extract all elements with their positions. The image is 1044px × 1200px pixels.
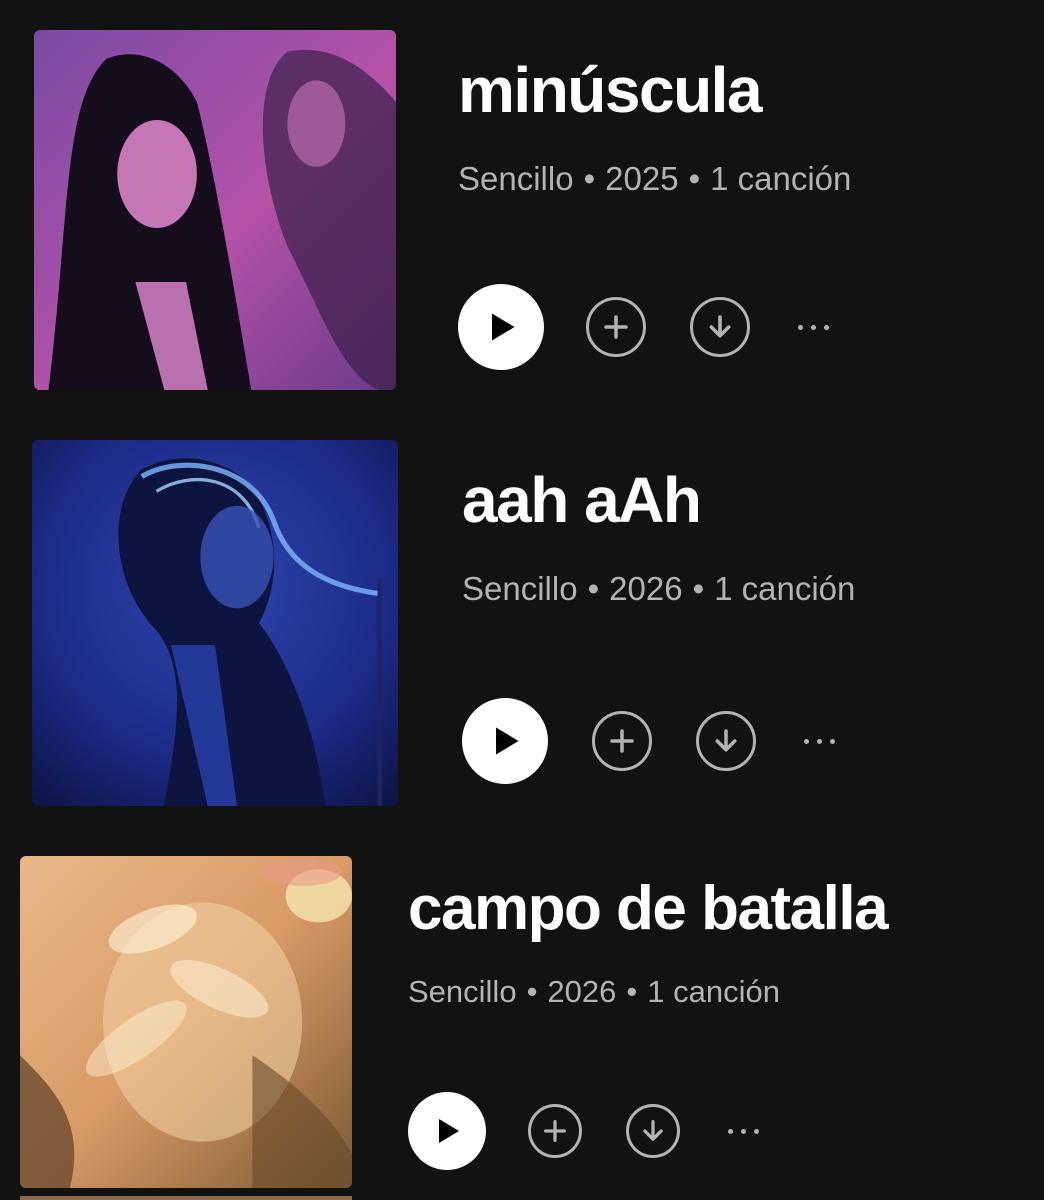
more-dot <box>824 324 829 330</box>
separator-dot: • <box>688 160 701 197</box>
release-item: aah aAh Sencillo • 2026 • 1 canción <box>32 440 1032 810</box>
more-options-button[interactable] <box>724 1111 763 1151</box>
download-button[interactable] <box>696 711 756 771</box>
play-button[interactable] <box>408 1092 486 1170</box>
release-meta: Sencillo • 2026 • 1 canción <box>462 572 855 605</box>
download-icon <box>643 1120 663 1141</box>
download-icon <box>715 729 737 752</box>
release-title[interactable]: campo de batalla <box>408 878 889 940</box>
more-options-button[interactable] <box>800 721 839 761</box>
album-cover[interactable] <box>20 856 352 1188</box>
release-meta: Sencillo • 2026 • 1 canción <box>408 976 780 1007</box>
album-cover[interactable] <box>34 30 396 390</box>
separator-dot: • <box>583 160 596 197</box>
release-year: 2026 <box>547 974 617 1009</box>
release-track-count: 1 canción <box>647 974 780 1009</box>
play-icon <box>496 727 519 755</box>
more-dot <box>741 1128 746 1134</box>
play-icon <box>492 313 515 341</box>
more-dot <box>811 324 816 330</box>
separator-dot: • <box>587 570 600 607</box>
release-actions <box>408 1092 763 1170</box>
release-type: Sencillo <box>462 570 578 607</box>
release-meta: Sencillo • 2025 • 1 canción <box>458 162 851 195</box>
album-cover[interactable] <box>32 440 398 806</box>
release-track-count: 1 canción <box>710 160 852 197</box>
download-button[interactable] <box>690 297 750 357</box>
plus-circle-icon <box>610 729 634 753</box>
more-dot <box>817 738 822 744</box>
play-icon <box>439 1119 459 1143</box>
plus-circle-icon <box>604 315 628 339</box>
release-type: Sencillo <box>458 160 574 197</box>
more-horizontal-icon <box>728 1128 733 1134</box>
release-type: Sencillo <box>408 974 517 1009</box>
download-button[interactable] <box>626 1104 680 1158</box>
release-actions <box>458 284 833 370</box>
separator-dot: • <box>692 570 705 607</box>
next-release-cover-edge <box>20 1196 352 1200</box>
add-to-library-button[interactable] <box>592 711 652 771</box>
separator-dot: • <box>626 974 638 1009</box>
release-track-count: 1 canción <box>714 570 856 607</box>
release-item: campo de batalla Sencillo • 2026 • 1 canción <box>20 856 1040 1200</box>
release-year: 2025 <box>605 160 679 197</box>
more-horizontal-icon <box>804 738 809 744</box>
more-options-button[interactable] <box>794 307 833 347</box>
release-title[interactable]: aah aAh <box>462 468 702 532</box>
separator-dot: • <box>526 974 538 1009</box>
release-title[interactable]: minúscula <box>458 58 763 122</box>
add-to-library-button[interactable] <box>528 1104 582 1158</box>
play-button[interactable] <box>462 698 548 784</box>
plus-circle-icon <box>544 1120 566 1142</box>
release-item: minúscula Sencillo • 2025 • 1 canción <box>34 30 1034 400</box>
release-actions <box>462 698 839 784</box>
more-dot <box>830 738 835 744</box>
release-year: 2026 <box>609 570 683 607</box>
more-dot <box>754 1128 759 1134</box>
more-horizontal-icon <box>798 324 803 330</box>
download-icon <box>709 315 731 338</box>
play-button[interactable] <box>458 284 544 370</box>
add-to-library-button[interactable] <box>586 297 646 357</box>
